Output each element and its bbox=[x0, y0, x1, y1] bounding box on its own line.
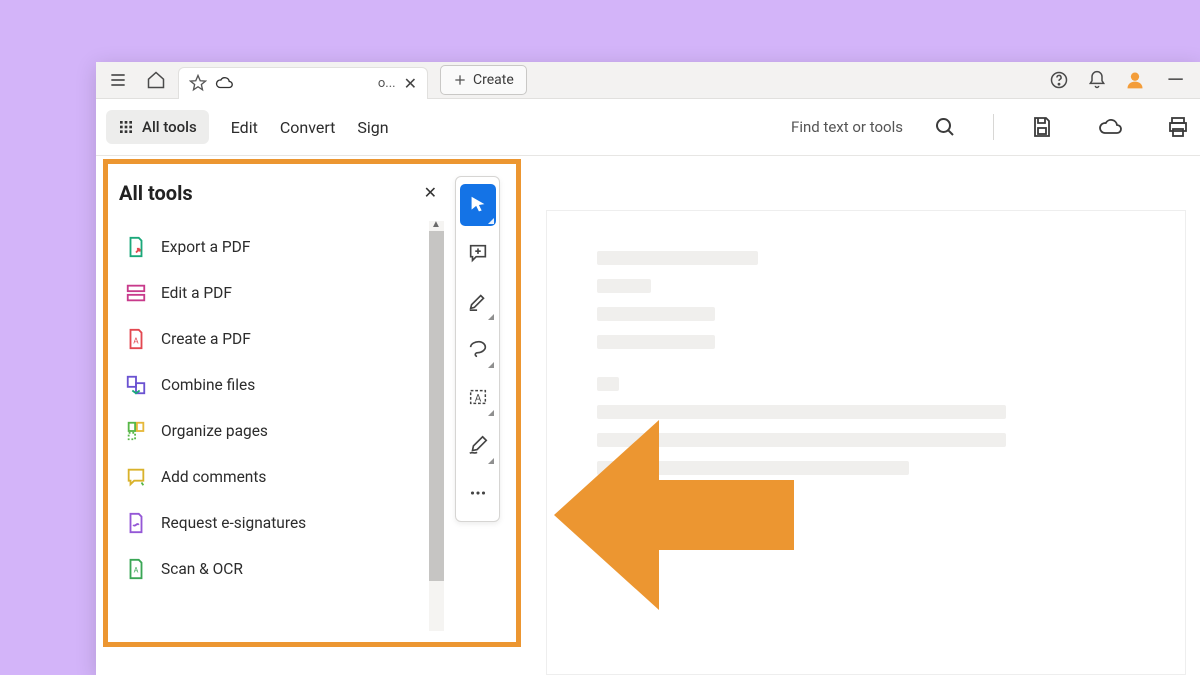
panel-close-icon[interactable]: ✕ bbox=[416, 179, 445, 206]
create-button[interactable]: Create bbox=[440, 65, 527, 95]
search-placeholder-text[interactable]: Find text or tools bbox=[791, 118, 903, 136]
titlebar: o... ✕ Create — bbox=[96, 62, 1200, 99]
svg-text:A: A bbox=[133, 337, 139, 347]
tool-create-pdf[interactable]: A Create a PDF bbox=[115, 316, 439, 362]
tool-label: Create a PDF bbox=[161, 330, 251, 348]
combine-files-icon bbox=[125, 374, 147, 396]
create-pdf-icon: A bbox=[125, 328, 147, 350]
panel-scrollbar[interactable]: ▲ bbox=[429, 221, 444, 631]
account-avatar[interactable] bbox=[1119, 64, 1151, 96]
request-esign-icon bbox=[125, 512, 147, 534]
app-window: o... ✕ Create — All tools Edit Convert S… bbox=[96, 62, 1200, 675]
document-tab[interactable]: o... ✕ bbox=[178, 67, 428, 99]
tool-label: Export a PDF bbox=[161, 238, 250, 256]
tool-edit-pdf[interactable]: Edit a PDF bbox=[115, 270, 439, 316]
tool-label: Organize pages bbox=[161, 422, 268, 440]
search-icon[interactable] bbox=[933, 115, 957, 139]
organize-pages-icon bbox=[125, 420, 147, 442]
tool-add-comments[interactable]: Add comments bbox=[115, 454, 439, 500]
tool-combine-files[interactable]: Combine files bbox=[115, 362, 439, 408]
arrow-annotation bbox=[554, 410, 794, 620]
sign-tool[interactable] bbox=[460, 424, 496, 466]
grid-icon bbox=[118, 119, 134, 135]
tool-organize-pages[interactable]: Organize pages bbox=[115, 408, 439, 454]
all-tools-button[interactable]: All tools bbox=[106, 110, 209, 144]
panel-title: All tools bbox=[119, 181, 416, 205]
home-icon[interactable] bbox=[140, 64, 172, 96]
save-icon[interactable] bbox=[1030, 115, 1054, 139]
window-minimize-button[interactable]: — bbox=[1157, 68, 1194, 93]
tool-label: Add comments bbox=[161, 468, 266, 486]
add-comments-icon bbox=[125, 466, 147, 488]
main-toolbar: All tools Edit Convert Sign Find text or… bbox=[96, 99, 1200, 156]
all-tools-label: All tools bbox=[142, 118, 197, 136]
tool-list: Export a PDF Edit a PDF A Create a PDF C… bbox=[115, 220, 439, 596]
create-label: Create bbox=[473, 72, 514, 88]
highlight-tool[interactable] bbox=[460, 280, 496, 322]
svg-text:A: A bbox=[474, 394, 481, 405]
cloud-sync-icon[interactable] bbox=[1098, 115, 1122, 139]
menu-edit[interactable]: Edit bbox=[231, 118, 258, 137]
star-icon[interactable] bbox=[189, 74, 207, 92]
divider bbox=[993, 114, 994, 140]
more-tools[interactable] bbox=[460, 472, 496, 514]
help-icon[interactable] bbox=[1043, 64, 1075, 96]
scrollbar-thumb[interactable] bbox=[429, 231, 444, 581]
scan-ocr-icon: A bbox=[125, 558, 147, 580]
tool-export-pdf[interactable]: Export a PDF bbox=[115, 224, 439, 270]
quick-tool-strip: A bbox=[455, 176, 500, 522]
tab-title-redacted bbox=[241, 74, 370, 92]
hamburger-menu-icon[interactable] bbox=[102, 64, 134, 96]
bell-icon[interactable] bbox=[1081, 64, 1113, 96]
comment-tool[interactable] bbox=[460, 232, 496, 274]
plus-icon bbox=[453, 73, 467, 87]
export-pdf-icon bbox=[125, 236, 147, 258]
print-icon[interactable] bbox=[1166, 115, 1190, 139]
tool-label: Request e-signatures bbox=[161, 514, 306, 532]
tool-label: Edit a PDF bbox=[161, 284, 232, 302]
edit-pdf-icon bbox=[125, 282, 147, 304]
all-tools-panel: All tools ✕ Export a PDF Edit a PDF A bbox=[107, 163, 439, 643]
tool-label: Combine files bbox=[161, 376, 255, 394]
svg-text:A: A bbox=[134, 566, 139, 575]
scroll-up-icon[interactable]: ▲ bbox=[431, 219, 441, 230]
text-select-tool[interactable]: A bbox=[460, 376, 496, 418]
menu-sign[interactable]: Sign bbox=[357, 118, 388, 137]
select-tool[interactable] bbox=[460, 184, 496, 226]
menu-convert[interactable]: Convert bbox=[280, 118, 336, 137]
tool-scan-ocr[interactable]: A Scan & OCR bbox=[115, 546, 439, 592]
tool-request-esign[interactable]: Request e-signatures bbox=[115, 500, 439, 546]
tab-close-icon[interactable]: ✕ bbox=[404, 74, 417, 93]
cloud-icon bbox=[215, 74, 233, 92]
lasso-tool[interactable] bbox=[460, 328, 496, 370]
tab-title-suffix: o... bbox=[378, 76, 396, 91]
tool-label: Scan & OCR bbox=[161, 560, 243, 578]
